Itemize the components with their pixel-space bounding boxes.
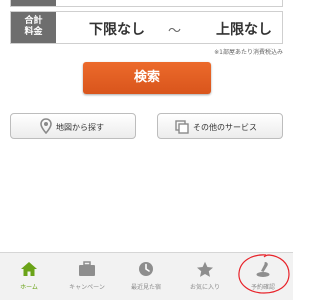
map-search-label: 地図から探す	[56, 123, 104, 132]
tab-recent-label: 最近見た宿	[130, 284, 161, 291]
tab-home[interactable]: ホーム	[0, 253, 58, 300]
tab-campaign[interactable]: キャンペーン	[58, 253, 116, 300]
price-max-select[interactable]: 上限なし	[216, 19, 272, 39]
briefcase-icon	[78, 261, 96, 281]
tab-reservation[interactable]: 予約確認	[234, 253, 292, 300]
squares-icon	[175, 120, 189, 136]
price-label-line1: 合計	[24, 16, 43, 26]
page: 合計 料金 下限なし ～ 上限なし ※1部屋あたり消費税込み 検索 地図から探す…	[0, 0, 293, 300]
tab-recent[interactable]: 最近見た宿	[117, 253, 175, 300]
other-services-label: その他のサービス	[193, 123, 257, 132]
price-label-line2: 料金	[24, 27, 43, 37]
booking-icon	[254, 261, 272, 282]
price-range-separator: ～	[168, 24, 182, 39]
map-pin-icon	[40, 118, 52, 136]
tab-reservation-label: 予約確認	[250, 284, 275, 291]
previous-field-label	[11, 0, 56, 6]
home-icon	[20, 261, 38, 281]
tab-favorites-label: お気に入り	[189, 284, 220, 291]
tab-home-label: ホーム	[20, 284, 38, 291]
tab-campaign-label: キャンペーン	[69, 284, 105, 291]
previous-field-row	[10, 0, 283, 7]
bottom-tab-bar: ホーム キャンペーン 最近見た宿 お気に入り 予約確認	[0, 252, 293, 300]
tax-note: ※1部屋あたり消費税込み	[214, 49, 283, 56]
price-range-row: 合計 料金 下限なし ～ 上限なし	[10, 11, 283, 44]
map-search-button[interactable]: 地図から探す	[10, 113, 136, 139]
star-icon	[196, 261, 214, 282]
price-range-label: 合計 料金	[11, 12, 56, 43]
price-min-select[interactable]: 下限なし	[89, 19, 145, 39]
clock-icon	[138, 261, 154, 281]
tab-favorites[interactable]: お気に入り	[176, 253, 234, 300]
other-services-button[interactable]: その他のサービス	[157, 113, 283, 139]
search-button[interactable]: 検索	[83, 62, 211, 94]
